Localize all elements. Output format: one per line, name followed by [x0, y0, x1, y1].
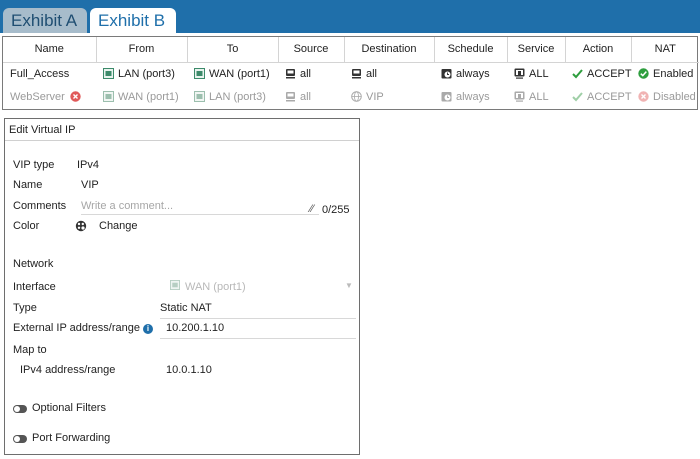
checkmark-icon	[572, 68, 583, 79]
schedule-clock-icon	[441, 91, 452, 102]
col-header-nat[interactable]: NAT	[631, 37, 699, 63]
comments-label: Comments	[13, 200, 67, 212]
tab-exhibit-a[interactable]: Exhibit A	[3, 8, 87, 33]
col-header-action[interactable]: Action	[565, 37, 632, 63]
policy-nat-cell: Enabled	[631, 62, 699, 85]
comments-underline	[81, 214, 319, 215]
policy-schedule-cell: always	[434, 85, 507, 108]
exhibit-tab-bar: Exhibit A Exhibit B	[0, 0, 700, 33]
port-forwarding-label: Port Forwarding	[32, 432, 111, 444]
policy-table-frame: Name From To Source Destination Schedule…	[2, 36, 699, 110]
col-header-to[interactable]: To	[187, 37, 279, 63]
interface-port-icon	[103, 67, 114, 79]
optional-filters-label: Optional Filters	[32, 402, 106, 414]
map-to-label: Map to	[13, 344, 47, 356]
vip-type-label: VIP type	[13, 159, 55, 171]
ipv4-range-input[interactable]: 10.0.1.10	[166, 364, 212, 376]
policy-from-cell: WAN (port1)	[96, 85, 187, 108]
policy-action-cell: ACCEPT	[565, 62, 632, 85]
policy-destination-cell: all	[344, 62, 434, 85]
policy-nat-cell: Disabled	[631, 85, 699, 108]
col-header-name[interactable]: Name	[3, 37, 97, 63]
policy-destination-cell: VIP	[344, 85, 434, 108]
comments-textarea[interactable]: Write a comment...	[81, 200, 173, 212]
tab-exhibit-b[interactable]: Exhibit B	[90, 8, 176, 33]
name-label: Name	[13, 179, 43, 191]
network-heading: Network	[13, 258, 54, 270]
panel-title: Edit Virtual IP	[5, 119, 359, 141]
schedule-clock-icon	[441, 68, 452, 79]
policy-to-cell: WAN (port1)	[187, 62, 278, 85]
policy-to-cell: LAN (port3)	[187, 85, 278, 108]
external-ip-label: External IP address/range i	[13, 322, 153, 334]
name-input[interactable]: VIP	[81, 179, 99, 191]
edit-virtual-ip-panel: Edit Virtual IP VIP type IPv4 Name VIP C…	[4, 118, 360, 455]
col-header-source[interactable]: Source	[278, 37, 345, 63]
service-icon	[514, 68, 525, 79]
policy-from-cell: LAN (port3)	[96, 62, 187, 85]
color-label: Color	[13, 220, 40, 232]
x-circle-icon	[638, 90, 649, 102]
interface-select[interactable]: WAN (port1)	[185, 281, 246, 293]
comments-char-counter: 0/255	[322, 204, 350, 216]
type-value: Static NAT	[160, 302, 212, 314]
interface-port-icon	[194, 67, 205, 79]
table-row[interactable]: Full_Access LAN (port3) WAN (port1) all …	[3, 62, 699, 85]
external-ip-underline	[160, 338, 356, 339]
address-icon	[285, 68, 296, 79]
color-change-link[interactable]: Change	[99, 220, 138, 232]
policy-source-cell: all	[278, 62, 344, 85]
col-header-schedule[interactable]: Schedule	[434, 37, 508, 63]
policy-action-cell: ACCEPT	[565, 85, 632, 108]
col-header-from[interactable]: From	[96, 37, 188, 63]
service-icon	[514, 91, 525, 102]
resize-grip-icon[interactable]: ⁄⁄	[310, 203, 314, 215]
policy-source-cell: all	[278, 85, 344, 108]
col-header-destination[interactable]: Destination	[344, 37, 435, 63]
check-circle-icon	[638, 68, 649, 79]
vip-globe-icon	[351, 90, 362, 102]
external-ip-label-text: External IP address/range	[13, 322, 140, 334]
info-icon[interactable]: i	[142, 324, 153, 334]
table-row[interactable]: WebServer WAN (port1) LAN (port3) all VI…	[3, 85, 699, 108]
address-icon	[285, 91, 296, 102]
interface-port-icon	[194, 90, 205, 102]
interface-port-icon	[103, 90, 114, 102]
policy-service-cell: ALL	[507, 62, 565, 85]
interface-port-icon	[170, 280, 180, 293]
policy-service-cell: ALL	[507, 85, 565, 108]
chevron-down-icon[interactable]: ▼	[345, 281, 353, 290]
policy-table: Name From To Source Destination Schedule…	[3, 37, 699, 108]
ipv4-range-label: IPv4 address/range	[20, 364, 116, 376]
error-x-icon	[70, 90, 81, 102]
interface-label: Interface	[13, 281, 56, 293]
policy-schedule-cell: always	[434, 62, 507, 85]
external-ip-input[interactable]: 10.200.1.10	[166, 322, 224, 334]
type-underline	[160, 318, 356, 319]
checkmark-icon	[572, 91, 583, 102]
port-forwarding-toggle[interactable]	[13, 435, 27, 443]
policy-header-row: Name From To Source Destination Schedule…	[3, 37, 699, 63]
col-header-service[interactable]: Service	[507, 37, 566, 63]
color-palette-icon[interactable]	[75, 220, 87, 235]
address-icon	[351, 68, 362, 79]
optional-filters-toggle[interactable]	[13, 405, 27, 413]
vip-type-value: IPv4	[77, 159, 100, 171]
policy-name-cell: Full_Access	[10, 67, 70, 80]
policy-name-cell: WebServer	[3, 85, 96, 108]
type-label: Type	[13, 302, 37, 314]
